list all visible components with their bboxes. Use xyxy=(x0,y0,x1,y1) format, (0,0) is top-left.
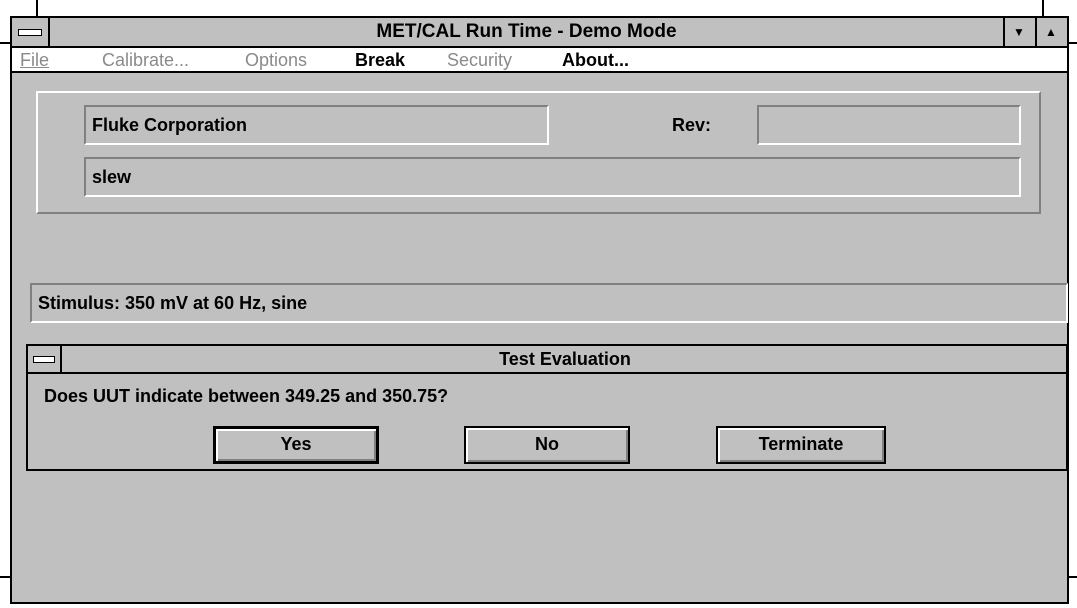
no-button-label: No xyxy=(535,434,559,454)
procedure-info-group: Fluke Corporation Rev: slew xyxy=(36,91,1041,214)
procedure-value: slew xyxy=(92,167,132,187)
menu-file[interactable]: File xyxy=(20,50,49,70)
frame-tick xyxy=(1069,576,1077,578)
menu-options[interactable]: Options xyxy=(245,50,307,70)
rev-label: Rev: xyxy=(672,115,712,135)
menu-break[interactable]: Break xyxy=(355,50,405,70)
dialog-system-menu-icon xyxy=(33,356,55,363)
procedure-field: slew xyxy=(84,157,1021,197)
frame-tick xyxy=(0,42,10,44)
menu-options-label: Options xyxy=(245,50,308,70)
menu-about-label: About... xyxy=(562,50,629,70)
evaluation-question: Does UUT indicate between 349.25 and 350… xyxy=(44,386,449,406)
system-menu-icon xyxy=(18,29,42,36)
title-bar[interactable]: MET/CAL Run Time - Demo Mode ▼ ▲ xyxy=(12,18,1067,48)
stimulus-text: Stimulus: 350 mV at 60 Hz, sine xyxy=(38,293,308,313)
stimulus-field: Stimulus: 350 mV at 60 Hz, sine xyxy=(30,283,1068,323)
rev-field xyxy=(757,105,1021,145)
menu-calibrate-label: Calibrate... xyxy=(102,50,190,70)
menu-security-label: Security xyxy=(447,50,513,70)
yes-button[interactable]: Yes xyxy=(213,426,379,464)
system-menu-button[interactable] xyxy=(12,18,50,46)
frame-tick xyxy=(1042,0,1044,16)
frame-tick xyxy=(36,0,38,16)
company-field: Fluke Corporation xyxy=(84,105,549,145)
maximize-icon: ▲ xyxy=(1045,25,1057,39)
dialog-title: Test Evaluation xyxy=(499,349,631,369)
frame-tick xyxy=(1069,42,1077,44)
no-button[interactable]: No xyxy=(464,426,630,464)
menu-security[interactable]: Security xyxy=(447,50,512,70)
yes-button-label: Yes xyxy=(280,434,312,454)
minimize-button[interactable]: ▼ xyxy=(1003,18,1033,46)
main-window: MET/CAL Run Time - Demo Mode ▼ ▲ File Ca… xyxy=(10,16,1069,604)
dialog-system-menu-button[interactable] xyxy=(28,346,62,372)
menu-file-label: File xyxy=(20,50,50,70)
minimize-icon: ▼ xyxy=(1013,25,1025,39)
dialog-title-bar[interactable]: Test Evaluation xyxy=(28,346,1066,374)
terminate-button-label: Terminate xyxy=(758,434,844,454)
maximize-button[interactable]: ▲ xyxy=(1035,18,1065,46)
menu-calibrate[interactable]: Calibrate... xyxy=(102,50,189,70)
window-title: MET/CAL Run Time - Demo Mode xyxy=(376,21,677,42)
menu-break-label: Break xyxy=(355,50,406,70)
menu-bar: File Calibrate... Options Break Security… xyxy=(12,48,1067,73)
frame-tick xyxy=(0,576,10,578)
menu-about[interactable]: About... xyxy=(562,50,629,70)
company-value: Fluke Corporation xyxy=(92,115,248,135)
terminate-button[interactable]: Terminate xyxy=(716,426,886,464)
test-evaluation-dialog: Test Evaluation Does UUT indicate betwee… xyxy=(26,344,1068,471)
